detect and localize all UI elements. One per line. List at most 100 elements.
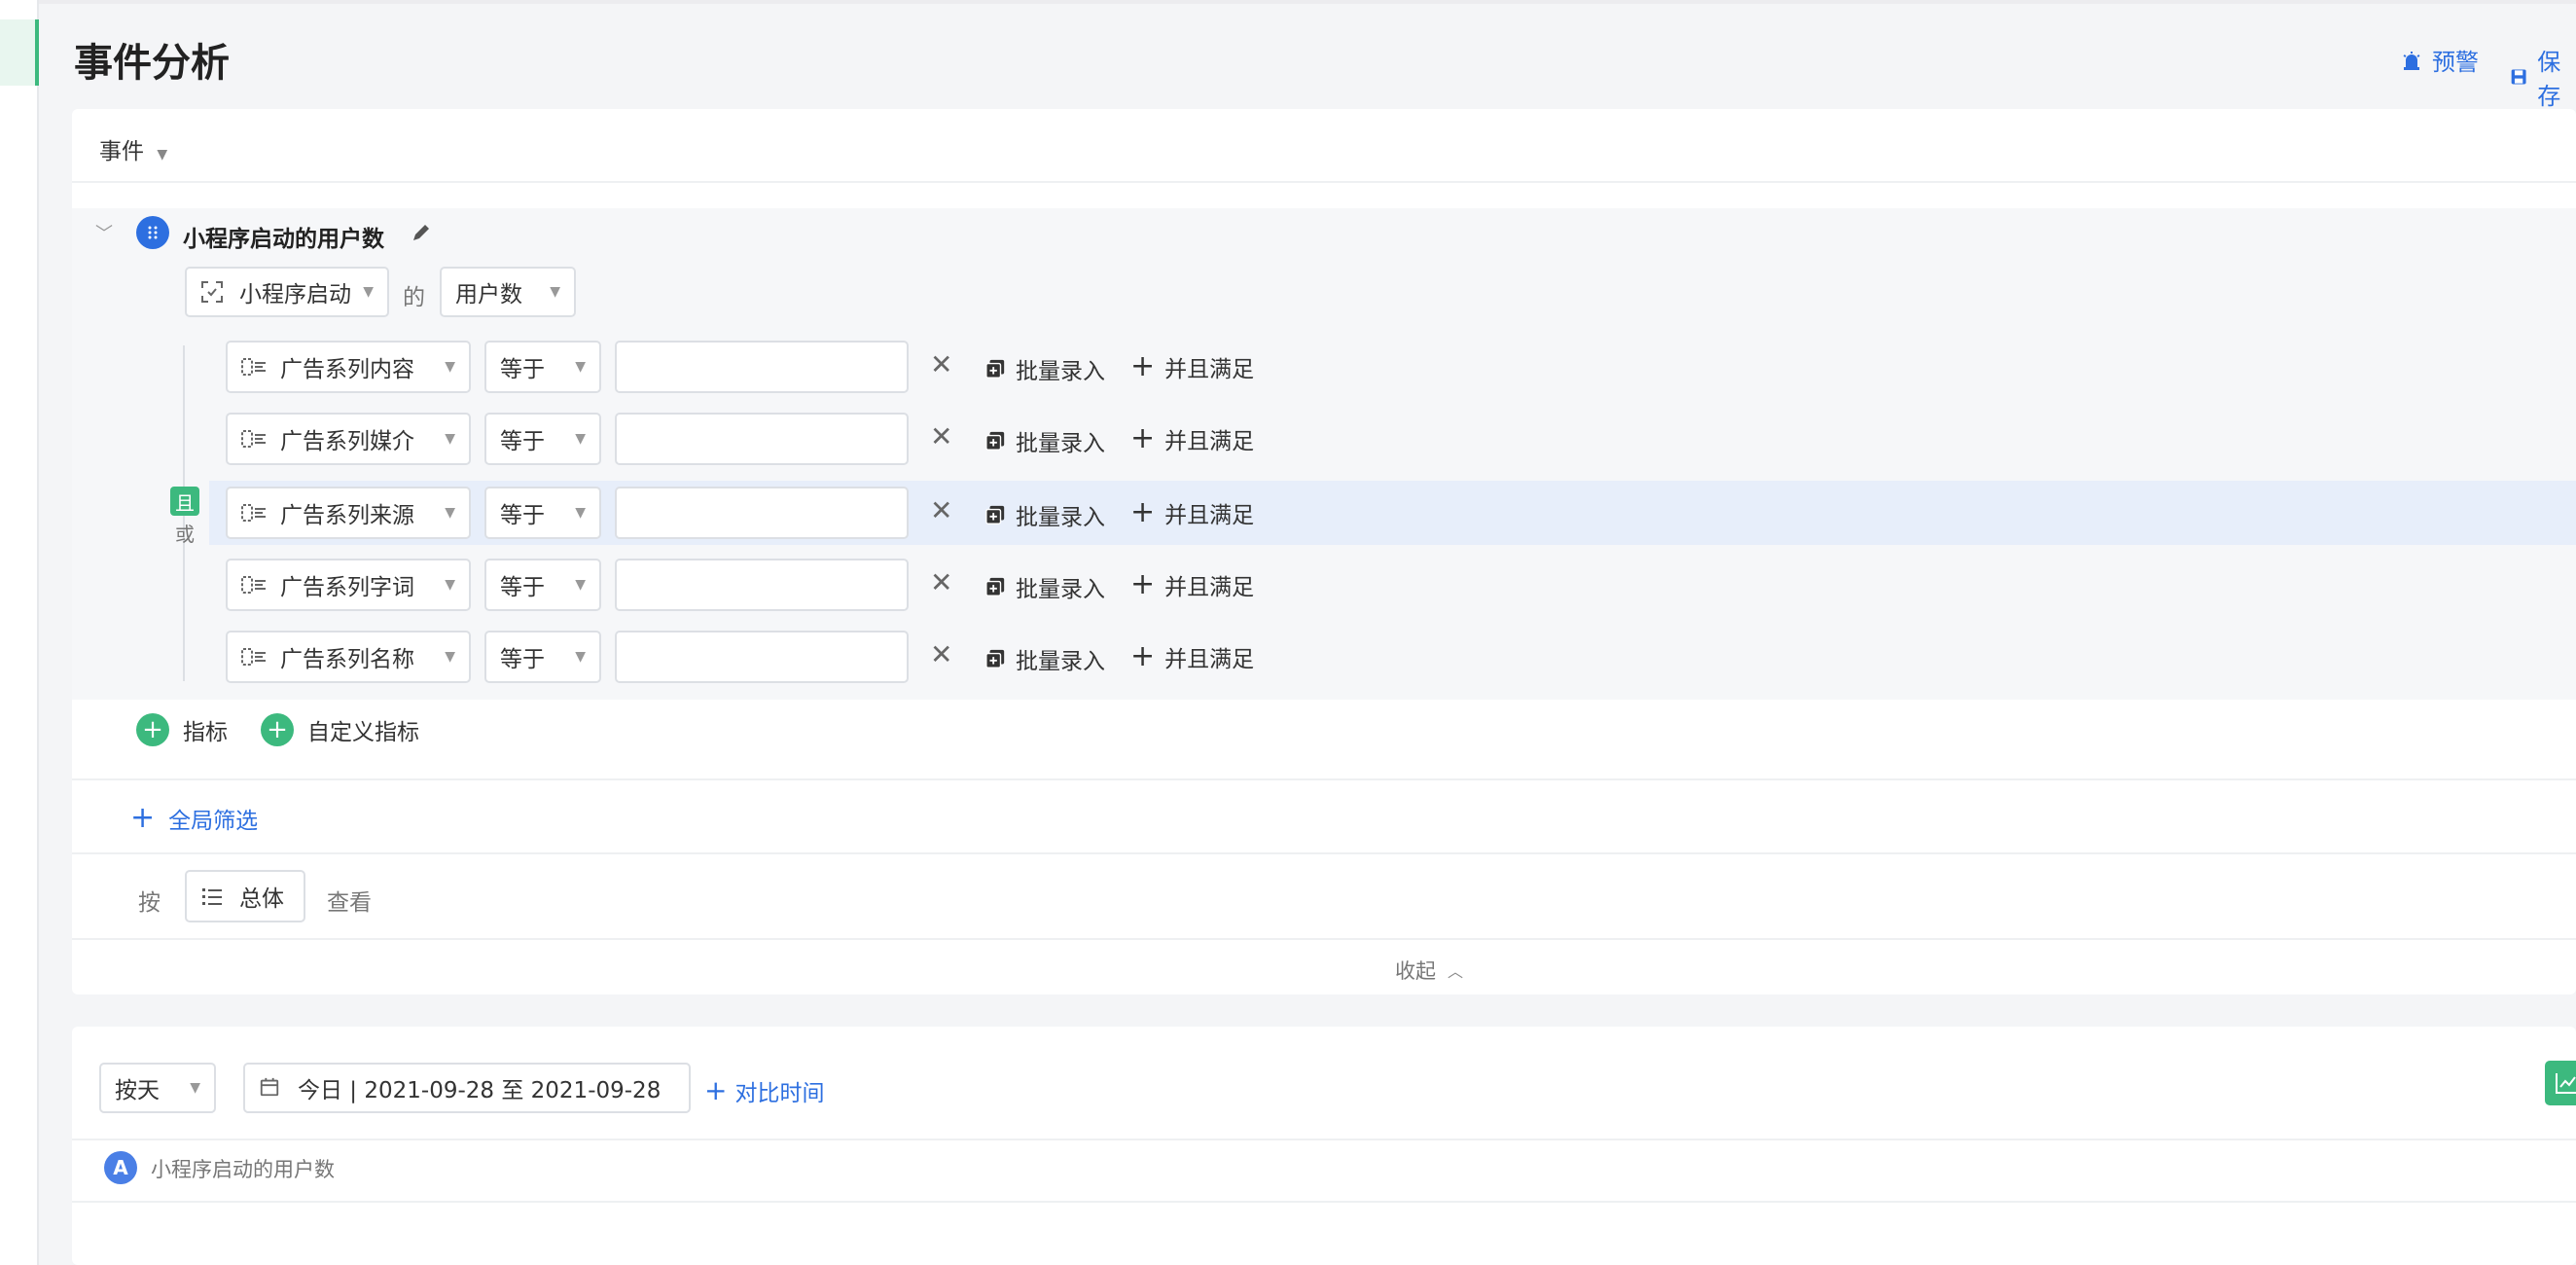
filter-operator-select[interactable]: 等于 ▼ (484, 631, 601, 683)
granularity-select[interactable]: 按天 ▼ (99, 1063, 216, 1113)
chevron-down-icon: ▼ (445, 649, 455, 665)
divider (72, 1201, 2576, 1203)
batch-input-button[interactable]: 批量录入 (984, 570, 1105, 603)
series-name: 小程序启动的用户数 (151, 1158, 335, 1181)
alert-button[interactable]: 预警 (2401, 43, 2479, 77)
alarm-icon (2403, 51, 2420, 70)
chevron-down-icon: ▼ (445, 577, 455, 593)
collapse-button[interactable]: 收起 ︿ (1395, 956, 1463, 985)
global-filter-label: 全局筛选 (168, 809, 259, 834)
add-and-condition-button[interactable]: + 并且满足 (1130, 496, 1254, 529)
date-range-picker[interactable]: 今日 | 2021-09-28 至 2021-09-28 (243, 1063, 691, 1113)
add-custom-metric-button[interactable]: + 自定义指标 (261, 713, 419, 746)
batch-add-icon (985, 649, 1005, 669)
edit-pencil-icon[interactable] (411, 222, 432, 247)
chevron-down-icon[interactable]: ﹀ (95, 220, 113, 245)
compare-time-button[interactable]: + 对比时间 (704, 1074, 824, 1107)
plus-circle-icon: + (261, 713, 294, 746)
batch-input-button[interactable]: 批量录入 (984, 642, 1105, 675)
chevron-down-icon: ▼ (157, 147, 168, 163)
event-type-dropdown[interactable]: 事件 ▼ (99, 132, 167, 165)
filter-operator-value: 等于 (500, 647, 545, 672)
sidebar-active-item[interactable] (0, 19, 39, 86)
series-badge: A (104, 1151, 137, 1184)
chevron-down-icon: ▼ (445, 431, 455, 447)
remove-filter-icon[interactable]: ✕ (930, 420, 952, 452)
filter-property-select[interactable]: 广告系列来源 ▼ (226, 487, 471, 539)
property-icon (241, 355, 267, 379)
add-and-condition-button[interactable]: + 并且满足 (1130, 422, 1254, 455)
plus-circle-icon: + (136, 713, 169, 746)
filter-value-input[interactable] (615, 341, 909, 393)
global-filter-button[interactable]: + 全局筛选 (130, 802, 258, 835)
chevron-down-icon: ▼ (575, 359, 586, 375)
chevron-up-icon: ︿ (1448, 962, 1464, 981)
filter-operator-select[interactable]: 等于 ▼ (484, 487, 601, 539)
plus-icon: + (1130, 567, 1156, 601)
add-and-condition-label: 并且满足 (1164, 647, 1255, 672)
line-chart-icon (2556, 1073, 2576, 1094)
add-metric-label: 指标 (183, 720, 228, 745)
logic-and-toggle[interactable]: 且 (170, 487, 199, 516)
filter-operator-select[interactable]: 等于 ▼ (484, 413, 601, 465)
add-custom-metric-label: 自定义指标 (307, 720, 419, 745)
batch-input-button[interactable]: 批量录入 (984, 424, 1105, 457)
remove-filter-icon[interactable]: ✕ (930, 494, 952, 526)
filter-property-select[interactable]: 广告系列内容 ▼ (226, 341, 471, 393)
add-and-condition-label: 并且满足 (1164, 575, 1255, 600)
date-range-value: 今日 | 2021-09-28 至 2021-09-28 (298, 1078, 662, 1103)
filter-value-input[interactable] (615, 559, 909, 611)
filter-property-value: 广告系列媒介 (280, 429, 414, 454)
filter-operator-value: 等于 (500, 575, 545, 600)
chevron-down-icon: ▼ (550, 284, 560, 300)
plus-icon: + (704, 1074, 728, 1106)
remove-filter-icon[interactable]: ✕ (930, 638, 952, 670)
remove-filter-icon[interactable]: ✕ (930, 566, 952, 598)
chevron-down-icon: ▼ (575, 505, 586, 521)
save-label: 保存 (2537, 49, 2561, 110)
add-metric-button[interactable]: + 指标 (136, 713, 228, 746)
event-select[interactable]: 小程序启动 ▼ (185, 267, 389, 317)
add-and-condition-button[interactable]: + 并且满足 (1130, 568, 1254, 601)
add-and-condition-button[interactable]: + 并且满足 (1130, 640, 1254, 673)
batch-input-button[interactable]: 批量录入 (984, 352, 1105, 385)
filter-value-input[interactable] (615, 631, 909, 683)
batch-add-icon (985, 431, 1005, 451)
plus-icon: + (130, 801, 156, 835)
filter-operator-select[interactable]: 等于 ▼ (484, 559, 601, 611)
drag-handle-icon[interactable] (136, 216, 169, 249)
filter-property-value: 广告系列字词 (280, 575, 414, 600)
calendar-icon (259, 1076, 284, 1100)
property-icon (241, 427, 267, 451)
add-and-condition-label: 并且满足 (1164, 503, 1255, 528)
chevron-down-icon: ▼ (575, 577, 586, 593)
filter-operator-value: 等于 (500, 429, 545, 454)
filter-value-input[interactable] (615, 487, 909, 539)
batch-add-icon (985, 577, 1005, 596)
remove-filter-icon[interactable]: ✕ (930, 348, 952, 380)
add-and-condition-button[interactable]: + 并且满足 (1130, 350, 1254, 383)
list-icon (200, 885, 226, 908)
logic-or-toggle[interactable]: 或 (175, 519, 195, 547)
grip-dots-icon (148, 226, 158, 239)
divider (72, 1138, 2576, 1140)
batch-add-icon (985, 359, 1005, 379)
chart-type-button[interactable] (2545, 1061, 2576, 1105)
measure-select[interactable]: 用户数 ▼ (440, 267, 576, 317)
event-type-label: 事件 (99, 139, 144, 164)
chevron-down-icon: ▼ (190, 1080, 200, 1096)
group-by-select[interactable]: 总体 (185, 870, 305, 922)
of-label: 的 (403, 285, 425, 310)
collapse-label: 收起 (1395, 959, 1436, 983)
save-button[interactable]: 保存 (2510, 43, 2576, 111)
filter-property-select[interactable]: 广告系列名称 ▼ (226, 631, 471, 683)
filter-operator-select[interactable]: 等于 ▼ (484, 341, 601, 393)
filter-value-input[interactable] (615, 413, 909, 465)
save-icon (2511, 69, 2526, 85)
batch-input-label: 批量录入 (1016, 649, 1105, 674)
filter-property-value: 广告系列内容 (280, 357, 414, 382)
filter-property-select[interactable]: 广告系列字词 ▼ (226, 559, 471, 611)
divider (72, 778, 2576, 780)
batch-input-button[interactable]: 批量录入 (984, 498, 1105, 531)
filter-property-select[interactable]: 广告系列媒介 ▼ (226, 413, 471, 465)
